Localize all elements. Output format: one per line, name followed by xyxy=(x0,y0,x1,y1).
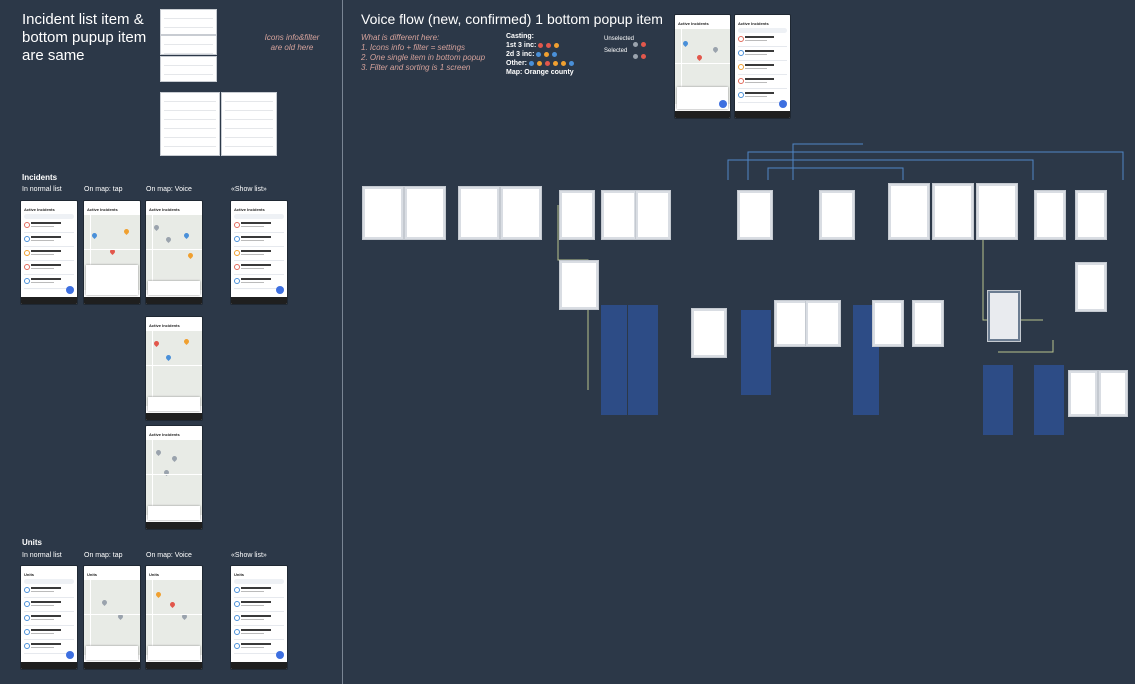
units-col-label-show-list: «Show list» xyxy=(231,552,267,559)
col-label-map-voice: On map: Voice xyxy=(146,186,192,193)
diff-item-3: 3. Filter and sorting is 1 screen xyxy=(361,63,471,72)
phone-voice-list[interactable]: Active Incidents xyxy=(735,15,790,118)
flow-screen xyxy=(987,290,1021,342)
flow-screen xyxy=(1075,262,1107,312)
flow-screen xyxy=(737,190,773,240)
flow-screen xyxy=(458,186,500,240)
flow-screen xyxy=(635,190,671,240)
phone-units-list[interactable]: Units xyxy=(21,566,77,669)
phone-incidents-show-list[interactable]: Active Incidents xyxy=(231,201,287,304)
flow-screen xyxy=(1075,190,1107,240)
diff-heading: What is different here: xyxy=(361,33,440,42)
incidents-heading: Incidents xyxy=(22,173,58,182)
flow-filter-screen xyxy=(741,310,771,395)
left-title: Incident list item & bottom pupup item a… xyxy=(22,11,147,64)
flow-filter-screen xyxy=(1034,365,1064,435)
flow-filter-screen xyxy=(983,365,1013,435)
flow-screen xyxy=(912,300,944,347)
units-heading: Units xyxy=(22,538,42,547)
flow-screen xyxy=(872,300,904,347)
sample-list-item xyxy=(160,56,217,82)
selected-pins xyxy=(633,48,649,66)
phone-units-map-tap[interactable]: Units xyxy=(84,566,140,669)
phone-incidents-map-tap[interactable]: Active Incidents xyxy=(84,201,140,304)
flow-screen xyxy=(932,183,974,240)
sample-list-item xyxy=(160,9,217,35)
flow-filter-screen xyxy=(628,305,658,415)
col-label-normal-list: In normal list xyxy=(22,186,62,193)
flow-screen xyxy=(1098,370,1128,417)
selected-label: Selected xyxy=(604,48,628,54)
sample-list-group xyxy=(160,92,220,156)
phone-incidents-map-voice[interactable]: Active Incidents xyxy=(146,201,202,304)
phone-units-show-list[interactable]: Units xyxy=(231,566,287,669)
phone-incidents-list[interactable]: Active Incidents xyxy=(21,201,77,304)
flow-screen xyxy=(362,186,404,240)
units-col-label-map-tap: On map: tap xyxy=(84,552,123,559)
flow-screen xyxy=(888,183,930,240)
flow-screen xyxy=(1034,190,1066,240)
flow-screen xyxy=(819,190,855,240)
phone-incidents-voice-2[interactable]: Active Incidents xyxy=(146,317,202,420)
col-label-show-list: «Show list» xyxy=(231,186,267,193)
col-label-map-tap: On map: tap xyxy=(84,186,123,193)
phone-units-map-voice[interactable]: Units xyxy=(146,566,202,669)
voice-fab-icon[interactable] xyxy=(66,286,74,294)
units-col-label-map-voice: On map: Voice xyxy=(146,552,192,559)
flow-screen xyxy=(601,190,637,240)
sample-list-group xyxy=(221,92,277,156)
sample-list-item xyxy=(160,35,217,55)
flow-screen xyxy=(976,183,1018,240)
diff-item-2: 2. One single item in bottom popup xyxy=(361,53,486,62)
old-icons-note: Icons info&filter are old here xyxy=(264,33,320,52)
flow-filter-screen xyxy=(601,305,627,415)
flow-screen xyxy=(559,260,599,310)
flow-screen xyxy=(500,186,542,240)
unselected-label: Unselected xyxy=(604,36,635,42)
right-title: Voice flow (new, confirmed) 1 bottom pop… xyxy=(361,11,663,27)
flow-screen xyxy=(1068,370,1098,417)
phone-incidents-voice-3[interactable]: Active Incidents xyxy=(146,426,202,529)
flow-screen xyxy=(805,300,841,347)
flow-screen xyxy=(559,190,595,240)
flow-screen xyxy=(691,308,727,358)
flow-screen xyxy=(404,186,446,240)
diff-item-1: 1. Icons info + filter = settings xyxy=(361,43,466,52)
casting-legend: Casting: 1st 3 inc: 2d 3 inc: Other: Map… xyxy=(506,33,574,76)
units-col-label-normal-list: In normal list xyxy=(22,552,62,559)
phone-voice-map[interactable]: Active Incidents xyxy=(675,15,730,118)
